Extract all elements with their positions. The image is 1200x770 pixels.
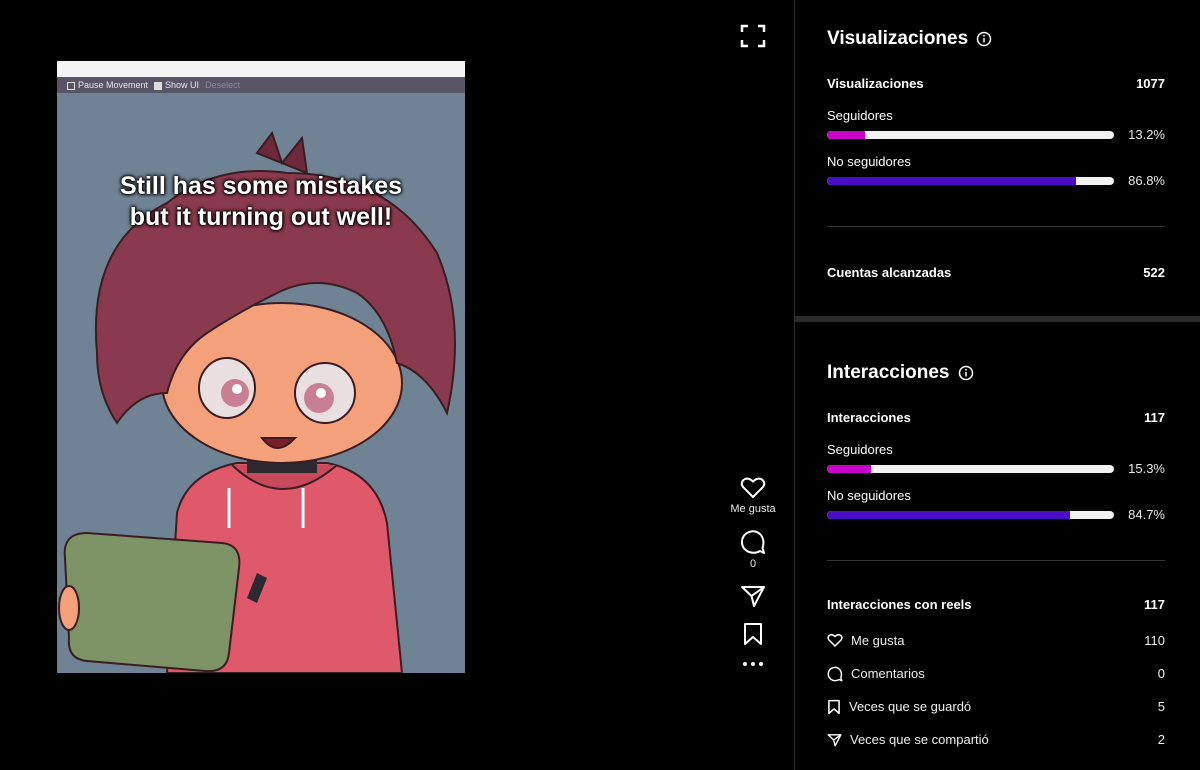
interactions-nonfollowers-fill [827,510,1071,519]
likes-label: Me gusta [851,633,905,648]
interactions-followers-label: Seguidores [827,442,893,457]
comment-count: 0 [749,558,757,570]
interactions-nonfollowers-bar: No seguidores 84.7% [827,488,1165,522]
interactions-nonfollowers-pct: 84.7% [1128,507,1165,522]
interactions-followers-fill [827,464,871,473]
info-icon[interactable] [976,31,992,47]
more-icon [743,662,763,666]
interactions-followers-pct: 15.3% [1128,461,1165,476]
views-total-label: Visualizaciones [827,76,924,91]
saves-value: 5 [1157,699,1165,714]
share-button[interactable] [720,584,786,608]
views-followers-track [827,130,1114,139]
views-followers-pct: 13.2% [1128,127,1165,142]
views-divider [827,226,1165,227]
section-separator [795,316,1200,322]
like-button[interactable]: Me gusta [720,476,786,515]
shares-value: 2 [1157,732,1165,747]
saves-row: Veces que se guardó 5 [827,690,1165,723]
reels-interactions-row: Interacciones con reels 117 [827,597,1165,612]
reel-caption: Still has some mistakes but it turning o… [57,171,465,233]
interactions-total-row: Interacciones 117 [827,410,1165,425]
comments-label: Comentarios [851,666,925,681]
deselect-option: Deselect [205,80,241,90]
views-total-value: 1077 [1136,76,1165,91]
interactions-title-text: Interacciones [827,362,950,383]
pause-movement-option: Pause Movement [67,80,148,90]
more-options-button[interactable] [720,660,786,668]
interactions-total-label: Interacciones [827,410,911,425]
interactions-nonfollowers-label: No seguidores [827,488,911,503]
interactions-followers-track [827,464,1114,473]
reel-media[interactable]: Pause Movement Show UI Deselect Still ha… [57,61,465,673]
views-followers-bar: Seguidores 13.2% [827,108,1165,142]
saves-label: Veces que se guardó [849,699,972,714]
interactions-total-value: 117 [1144,410,1165,425]
views-nonfollowers-fill [827,176,1077,185]
views-total-row: Visualizaciones 1077 [827,76,1165,91]
fullscreen-icon[interactable] [740,24,766,48]
views-nonfollowers-pct: 86.8% [1128,173,1165,188]
views-nonfollowers-bar: No seguidores 86.8% [827,154,1165,188]
insights-panel: Visualizaciones Visualizaciones 1077 Seg… [794,0,1200,770]
reach-label: Cuentas alcanzadas [827,265,952,280]
comment-button[interactable]: 0 [720,529,786,570]
share-icon [827,733,842,746]
comments-row: Comentarios 0 [827,657,1165,690]
interactions-nonfollowers-track [827,510,1114,519]
heart-icon [827,633,843,648]
interactions-title: Interacciones [827,362,1165,384]
reels-interactions-value: 117 [1144,597,1165,612]
reach-value: 522 [1143,265,1165,280]
views-nonfollowers-label: No seguidores [827,154,911,169]
media-top-strip [57,61,465,77]
shares-row: Veces que se compartió 2 [827,723,1165,756]
save-button[interactable] [720,622,786,646]
bookmark-icon [828,699,840,714]
comment-icon [741,530,765,554]
shares-label: Veces que se compartió [850,732,989,747]
bookmark-icon [744,623,762,645]
reach-row: Cuentas alcanzadas 522 [827,265,1165,280]
info-icon[interactable] [958,365,974,381]
drawing-app-toolbar: Pause Movement Show UI Deselect [57,77,465,93]
caption-line-2: but it turning out well! [129,203,393,231]
likes-row: Me gusta 110 [827,624,1165,657]
caption-line-1: Still has some mistakes [119,172,403,200]
share-icon [741,586,765,607]
views-followers-label: Seguidores [827,108,893,123]
comment-icon [827,666,843,682]
comments-value: 0 [1157,666,1165,681]
interactions-section: Interacciones Interacciones 117 Seguidor… [795,362,1200,756]
show-ui-option: Show UI [154,80,199,90]
interactions-divider [827,560,1165,561]
views-section: Visualizaciones Visualizaciones 1077 Seg… [795,28,1200,280]
reels-interactions-label: Interacciones con reels [827,597,972,612]
heart-icon [740,477,766,499]
like-label: Me gusta [730,503,776,515]
views-title: Visualizaciones [827,28,1165,50]
views-followers-fill [827,130,865,139]
reel-actions: Me gusta 0 [720,476,786,682]
views-title-text: Visualizaciones [827,28,969,49]
views-nonfollowers-track [827,176,1114,185]
likes-value: 110 [1144,633,1165,648]
interactions-followers-bar: Seguidores 15.3% [827,442,1165,476]
